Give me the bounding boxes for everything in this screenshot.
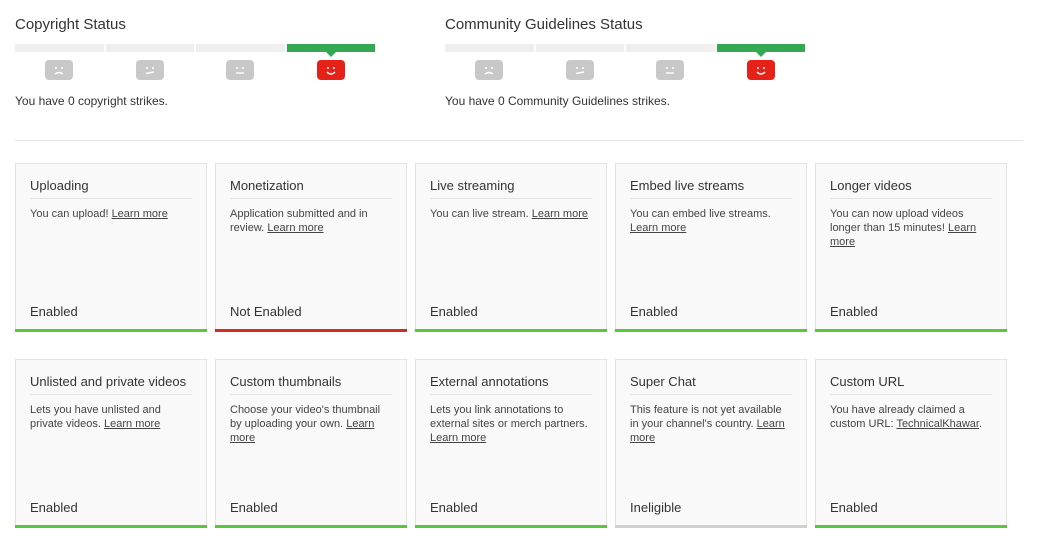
feature-status: Enabled	[430, 500, 478, 515]
face-cell	[445, 60, 534, 80]
feature-description-text: You can now upload videos longer than 15…	[830, 208, 964, 234]
meter-segment	[445, 44, 534, 52]
status-bar	[215, 525, 407, 528]
feature-description: Choose your video's thumbnail by uploadi…	[230, 403, 392, 445]
feature-status: Not Enabled	[230, 304, 302, 319]
feature-grid: Uploading You can upload! Learn more Enabl…	[15, 163, 1007, 528]
meter-segment	[535, 44, 624, 52]
feature-card: Embed live streams You can embed live str…	[615, 163, 807, 332]
feature-status: Ineligible	[630, 500, 682, 515]
status-bar	[615, 329, 807, 332]
community-status-title: Community Guidelines Status	[445, 16, 643, 33]
status-bar	[215, 329, 407, 332]
learn-more-link[interactable]: Learn more	[104, 418, 160, 430]
face-cell	[536, 60, 625, 80]
community-faces	[445, 60, 805, 80]
neutral-face-icon	[226, 60, 255, 80]
happy-face-icon	[316, 60, 345, 80]
meter-segment-active	[716, 44, 805, 57]
learn-more-link[interactable]: Learn more	[267, 222, 323, 234]
feature-card: Uploading You can upload! Learn more Enabl…	[15, 163, 207, 332]
status-bar	[615, 525, 807, 528]
feature-title: Super Chat	[630, 374, 792, 395]
learn-more-link[interactable]: Learn more	[630, 222, 686, 234]
meh-face-icon	[135, 60, 164, 80]
feature-description: You can upload! Learn more	[30, 207, 192, 221]
feature-card: Unlisted and private videos Lets you have…	[15, 359, 207, 528]
feature-title: Unlisted and private videos	[30, 374, 192, 395]
feature-title: Custom URL	[830, 374, 992, 395]
copyright-strikes-text: You have 0 copyright strikes.	[15, 94, 168, 108]
face-cell	[717, 60, 806, 80]
meh-face-icon	[565, 60, 594, 80]
feature-status: Enabled	[30, 500, 78, 515]
feature-title: Custom thumbnails	[230, 374, 392, 395]
status-bar	[15, 525, 207, 528]
feature-title: Monetization	[230, 178, 392, 199]
feature-title: Longer videos	[830, 178, 992, 199]
feature-card: Monetization Application submitted and in…	[215, 163, 407, 332]
feature-description: Application submitted and in review. Lea…	[230, 207, 392, 235]
learn-more-link[interactable]: Learn more	[430, 432, 486, 444]
feature-card: Custom URL You have already claimed a cus…	[815, 359, 1007, 528]
status-bar	[15, 329, 207, 332]
feature-card: Custom thumbnails Choose your video's thu…	[215, 359, 407, 528]
feature-description: This feature is not yet available in you…	[630, 403, 792, 445]
community-strikes-text: You have 0 Community Guidelines strikes.	[445, 94, 670, 108]
section-divider	[15, 140, 1023, 141]
feature-card: Longer videos You can now upload videos l…	[815, 163, 1007, 332]
feature-description-text: You can upload!	[30, 208, 109, 220]
meter-segment-active	[286, 44, 375, 57]
neutral-face-icon	[656, 60, 685, 80]
feature-description-suffix: .	[979, 418, 983, 430]
copyright-faces	[15, 60, 375, 80]
feature-description: Lets you have unlisted and private video…	[30, 403, 192, 431]
feature-status: Enabled	[830, 304, 878, 319]
face-cell	[287, 60, 376, 80]
feature-description: Lets you link annotations to external si…	[430, 403, 592, 445]
status-bar	[415, 525, 607, 528]
feature-title: Embed live streams	[630, 178, 792, 199]
feature-status: Enabled	[630, 304, 678, 319]
feature-status: Enabled	[830, 500, 878, 515]
feature-description: You can live stream. Learn more	[430, 207, 592, 221]
feature-card: Super Chat This feature is not yet availa…	[615, 359, 807, 528]
status-bar	[415, 329, 607, 332]
feature-title: Uploading	[30, 178, 192, 199]
meter-segment	[15, 44, 104, 52]
copyright-strike-meter	[15, 44, 375, 57]
meter-segment	[105, 44, 194, 52]
feature-title: External annotations	[430, 374, 592, 395]
feature-card: External annotations Lets you link annota…	[415, 359, 607, 528]
feature-description-text: You can embed live streams.	[630, 208, 771, 220]
feature-description: You can embed live streams. Learn more	[630, 207, 792, 235]
sad-face-icon	[45, 60, 74, 80]
face-cell	[106, 60, 195, 80]
feature-status: Enabled	[230, 500, 278, 515]
happy-face-icon	[746, 60, 775, 80]
feature-description: You can now upload videos longer than 15…	[830, 207, 992, 249]
feature-description-text: You can live stream.	[430, 208, 529, 220]
custom-url-link[interactable]: TechnicalKhawar	[896, 418, 979, 430]
community-status-section: Community Guidelines Status You have 0 C…	[445, 14, 805, 108]
status-bar	[815, 329, 1007, 332]
face-cell	[15, 60, 104, 80]
community-strike-meter	[445, 44, 805, 57]
feature-status: Enabled	[30, 304, 78, 319]
face-cell	[626, 60, 715, 80]
face-cell	[196, 60, 285, 80]
feature-description: You have already claimed a custom URL: T…	[830, 403, 992, 431]
status-bar	[815, 525, 1007, 528]
feature-status: Enabled	[430, 304, 478, 319]
meter-segment	[626, 44, 715, 52]
learn-more-link[interactable]: Learn more	[532, 208, 588, 220]
meter-segment	[196, 44, 285, 52]
sad-face-icon	[475, 60, 504, 80]
copyright-status-section: Copyright Status You have 0 copyright st…	[15, 14, 375, 108]
feature-title: Live streaming	[430, 178, 592, 199]
learn-more-link[interactable]: Learn more	[112, 208, 168, 220]
feature-card: Live streaming You can live stream. Learn…	[415, 163, 607, 332]
feature-description-text: Lets you link annotations to external si…	[430, 404, 588, 430]
copyright-status-title: Copyright Status	[15, 16, 126, 33]
